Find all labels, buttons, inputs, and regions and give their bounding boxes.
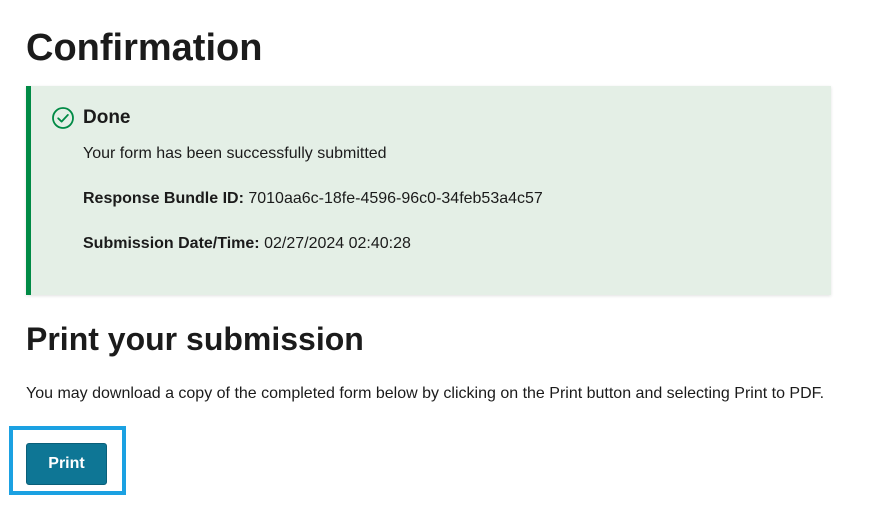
submission-datetime-label: Submission Date/Time: — [83, 235, 260, 252]
response-bundle-id-label: Response Bundle ID: — [83, 190, 244, 207]
success-alert: Done Your form has been successfully sub… — [26, 86, 831, 295]
submission-datetime: Submission Date/Time: 02/27/2024 02:40:2… — [83, 234, 411, 254]
response-bundle-id-value: 7010aa6c-18fe-4596-96c0-34feb53a4c57 — [248, 190, 543, 207]
submission-datetime-value: 02/27/2024 02:40:28 — [264, 235, 411, 252]
print-section-heading: Print your submission — [26, 321, 364, 357]
alert-message: Your form has been successfully submitte… — [83, 145, 387, 162]
check-circle-icon — [51, 106, 75, 130]
response-bundle-id: Response Bundle ID: 7010aa6c-18fe-4596-9… — [83, 189, 543, 209]
print-button[interactable]: Print — [26, 443, 107, 485]
print-instructions: You may download a copy of the completed… — [26, 385, 825, 402]
page-title: Confirmation — [26, 27, 263, 69]
alert-heading: Done — [83, 107, 131, 128]
